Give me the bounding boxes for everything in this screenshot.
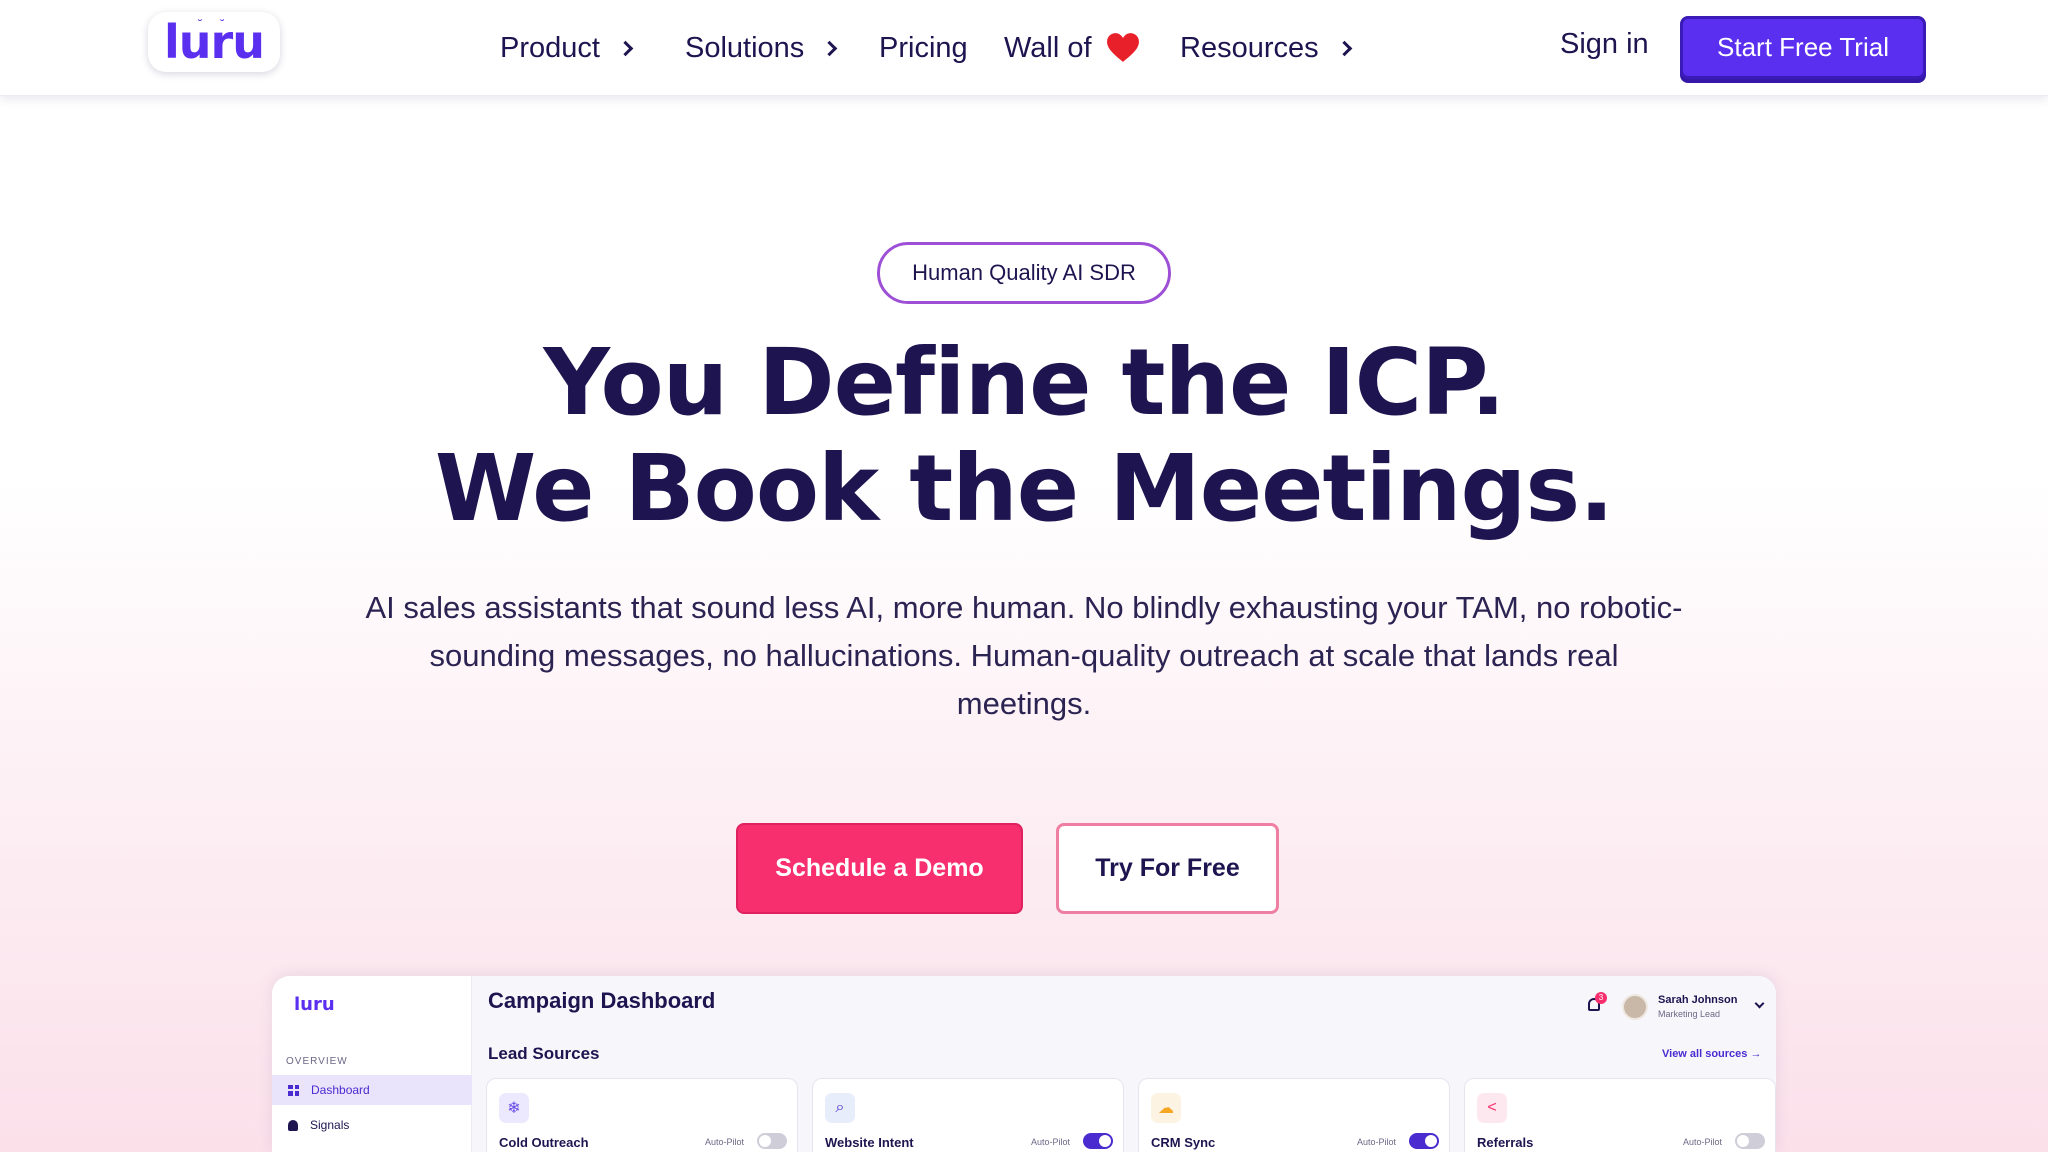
card-name: Website Intent [825,1135,914,1150]
nav-product[interactable]: Product [500,28,634,68]
view-all-sources-link[interactable]: View all sources → [1662,1048,1761,1060]
nav-solutions[interactable]: Solutions [685,28,838,68]
notification-bell[interactable]: 3 [1588,992,1607,1014]
sidebar-item-dashboard[interactable]: Dashboard [272,1075,472,1105]
schedule-demo-button[interactable]: Schedule a Demo [736,823,1023,914]
hero-badge: Human Quality AI SDR [877,242,1171,304]
card-name: CRM Sync [1151,1135,1216,1150]
notification-badge: 3 [1595,992,1607,1004]
auto-pilot-label: Auto-Pilot [705,1137,745,1147]
share-icon: < [1477,1093,1507,1123]
start-free-trial-button[interactable]: Start Free Trial [1680,16,1926,79]
auto-pilot-toggle[interactable] [1409,1133,1439,1149]
nav-wall-label: Wall of [1004,31,1092,64]
auto-pilot-label: Auto-Pilot [1031,1137,1071,1147]
user-name: Sarah Johnson [1658,994,1738,1006]
sidebar-item-signals[interactable]: Signals [272,1110,472,1140]
nav-wall-of-love[interactable]: Wall of [1004,28,1140,68]
nav-pricing[interactable]: Pricing [879,28,968,68]
top-navbar: ˘ ˘ luru Product Solutions Pricing Wall … [0,0,2048,96]
nav-resources[interactable]: Resources [1180,28,1352,68]
hero-headline: You Define the ICP. We Book the Meetings… [0,330,2048,542]
avatar[interactable] [1622,994,1648,1020]
grid-icon [288,1084,299,1096]
snowflake-icon: ❄ [499,1093,529,1123]
dashboard-logo: luru [294,994,335,1015]
card-name: Referrals [1477,1135,1534,1150]
bell-icon [288,1119,298,1131]
chevron-right-icon [1336,40,1352,56]
chevron-down-icon[interactable] [1754,998,1765,1009]
lead-sources-heading: Lead Sources [488,1044,600,1063]
sidebar-item-label: Dashboard [311,1083,370,1097]
auto-pilot-toggle[interactable] [1083,1133,1113,1149]
cloud-icon: ☁ [1151,1093,1181,1123]
lead-source-card[interactable]: ❄ Cold Outreach Auto-Pilot [486,1078,798,1152]
heart-icon [1106,33,1139,62]
nav-product-label: Product [500,31,600,64]
lead-source-card[interactable]: ☁ CRM Sync Auto-Pilot [1138,1078,1450,1152]
lead-source-card[interactable]: < Referrals Auto-Pilot [1464,1078,1776,1152]
dashboard-main: Campaign Dashboard 3 Sarah Johnson Marke… [472,976,1776,1152]
nav-pricing-label: Pricing [879,31,968,64]
headline-line-1: You Define the ICP. [543,329,1505,436]
auto-pilot-label: Auto-Pilot [1357,1137,1397,1147]
dashboard-title: Campaign Dashboard [488,988,716,1013]
hero-subtext: AI sales assistants that sound less AI, … [365,590,1683,721]
globe-search-icon: ⌕ [825,1093,855,1123]
user-role: Marketing Lead [1658,1009,1721,1019]
logo-eyes: ˘ ˘ [196,18,232,32]
dashboard-sidebar: luru OVERVIEW Dashboard Signals [272,976,472,1152]
sidebar-section-label: OVERVIEW [286,1056,348,1067]
nav-resources-label: Resources [1180,31,1319,64]
sidebar-item-label: Signals [310,1118,350,1132]
dashboard-preview: luru OVERVIEW Dashboard Signals Campaign… [272,976,1776,1152]
auto-pilot-toggle[interactable] [757,1133,787,1149]
headline-line-2: We Book the Meetings. [434,435,1614,542]
luru-logo[interactable]: ˘ ˘ luru [148,12,280,72]
chevron-right-icon [617,40,634,56]
chevron-right-icon [822,40,838,56]
sign-in-link[interactable]: Sign in [1560,28,1649,61]
auto-pilot-label: Auto-Pilot [1683,1137,1723,1147]
auto-pilot-toggle[interactable] [1735,1133,1765,1149]
lead-source-card[interactable]: ⌕ Website Intent Auto-Pilot [812,1078,1124,1152]
try-for-free-button[interactable]: Try For Free [1056,823,1279,914]
nav-solutions-label: Solutions [685,31,805,64]
card-name: Cold Outreach [499,1135,589,1150]
